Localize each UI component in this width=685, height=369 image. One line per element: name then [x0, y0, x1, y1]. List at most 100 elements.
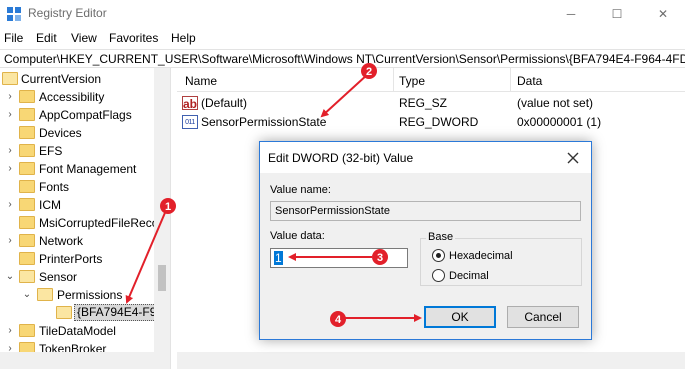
- decimal-label: Decimal: [449, 269, 489, 282]
- tree-item-label: MsiCorruptedFileRecovery: [39, 216, 170, 230]
- tree-item-appcompatflags[interactable]: › AppCompatFlags: [0, 106, 170, 124]
- pane-splitter[interactable]: [170, 68, 176, 369]
- tree-item-label: Network: [39, 234, 84, 248]
- tree-item-efs[interactable]: › EFS: [0, 142, 170, 160]
- close-button[interactable]: ✕: [640, 0, 685, 28]
- tree-item-permissions[interactable]: ⌄ Permissions: [0, 286, 170, 304]
- address-path: Computer\HKEY_CURRENT_USER\Software\Micr…: [4, 52, 685, 66]
- menu-edit[interactable]: Edit: [36, 31, 57, 45]
- value-name-label: Value name:: [270, 184, 331, 196]
- tree-item-printerports[interactable]: PrinterPorts: [0, 250, 170, 268]
- list-item[interactable]: ab (Default) REG_SZ (value not set): [177, 94, 685, 112]
- folder-icon: [19, 216, 35, 229]
- chevron-right-icon[interactable]: ›: [5, 199, 15, 211]
- value-data: 0x00000001 (1): [517, 115, 602, 129]
- tree-item-bfa794e4[interactable]: {BFA794E4-F964-4FDB-90F: [0, 304, 170, 322]
- radio-selected-icon: [432, 249, 445, 262]
- tree-item-currentversion[interactable]: CurrentVersion: [0, 70, 170, 88]
- menu-favorites[interactable]: Favorites: [109, 31, 158, 45]
- tree-item-label: Fonts: [39, 180, 70, 194]
- tree-item-label: EFS: [39, 144, 63, 158]
- tree-item-font-management[interactable]: › Font Management: [0, 160, 170, 178]
- tree-item-label: Accessibility: [39, 90, 105, 104]
- value-data-text: 1: [274, 251, 283, 265]
- column-divider[interactable]: [393, 68, 394, 92]
- folder-open-icon: [56, 306, 72, 319]
- tree-item-label: PrinterPorts: [39, 252, 103, 266]
- folder-icon: [19, 126, 35, 139]
- value-data-input[interactable]: 1: [270, 248, 408, 268]
- chevron-down-icon[interactable]: ⌄: [5, 271, 15, 283]
- tree-item-icm[interactable]: › ICM: [0, 196, 170, 214]
- chevron-right-icon[interactable]: ›: [5, 91, 15, 103]
- menu-view[interactable]: View: [71, 31, 97, 45]
- ok-button[interactable]: OK: [424, 306, 496, 328]
- dialog-title: Edit DWORD (32-bit) Value: [268, 151, 414, 165]
- value-data: (value not set): [517, 96, 594, 110]
- tree-item-label: ICM: [39, 198, 61, 212]
- minimize-button[interactable]: ─: [548, 0, 594, 28]
- tree-item-accessibility[interactable]: › Accessibility: [0, 88, 170, 106]
- tree-item-label: TileDataModel: [39, 324, 116, 338]
- folder-icon: [19, 144, 35, 157]
- chevron-right-icon[interactable]: ›: [5, 109, 15, 121]
- chevron-right-icon[interactable]: ›: [5, 163, 15, 175]
- tree-vertical-scrollbar[interactable]: [154, 68, 170, 369]
- value-name: (Default): [201, 96, 248, 110]
- folder-icon: [19, 90, 35, 103]
- column-type[interactable]: Type: [399, 74, 425, 88]
- tree-item-label: Sensor: [39, 270, 78, 284]
- hexadecimal-label: Hexadecimal: [449, 249, 513, 262]
- chevron-right-icon[interactable]: ›: [5, 325, 15, 337]
- column-data[interactable]: Data: [517, 74, 542, 88]
- value-name-field: SensorPermissionState: [270, 201, 581, 221]
- decimal-radio[interactable]: Decimal: [432, 269, 489, 282]
- chevron-right-icon[interactable]: ›: [5, 235, 15, 247]
- key-tree: CurrentVersion › Accessibility › AppComp…: [0, 68, 170, 369]
- close-icon[interactable]: [565, 150, 581, 166]
- list-item[interactable]: 011 SensorPermissionState REG_DWORD 0x00…: [177, 113, 685, 131]
- address-bar[interactable]: Computer\HKEY_CURRENT_USER\Software\Micr…: [0, 49, 685, 68]
- title-bar: Registry Editor ─ ☐ ✕: [0, 0, 685, 28]
- folder-open-icon: [2, 72, 18, 85]
- tree-horizontal-scrollbar[interactable]: [0, 352, 154, 369]
- chevron-right-icon[interactable]: ›: [5, 145, 15, 157]
- list-horizontal-scrollbar[interactable]: [177, 352, 685, 369]
- tree-item-label: CurrentVersion: [21, 72, 102, 86]
- chevron-down-icon[interactable]: ⌄: [22, 289, 32, 301]
- column-divider[interactable]: [510, 68, 511, 92]
- tree-item-label: Devices: [39, 126, 82, 140]
- folder-open-icon: [19, 270, 35, 283]
- hexadecimal-radio[interactable]: Hexadecimal: [432, 249, 513, 262]
- menu-help[interactable]: Help: [171, 31, 196, 45]
- tree-item-network[interactable]: › Network: [0, 232, 170, 250]
- tree-item-label: Permissions: [57, 288, 123, 302]
- menu-bar: File Edit View Favorites Help: [0, 28, 685, 48]
- edit-dword-dialog: Edit DWORD (32-bit) Value Value name: Se…: [259, 141, 592, 340]
- menu-file[interactable]: File: [4, 31, 23, 45]
- base-group-title: Base: [426, 231, 456, 243]
- value-name: SensorPermissionState: [201, 115, 327, 129]
- tree-item-sensor[interactable]: ⌄ Sensor: [0, 268, 170, 286]
- folder-icon: [19, 180, 35, 193]
- tree-scrollbar-thumb[interactable]: [158, 265, 166, 291]
- registry-editor-icon: [7, 7, 21, 21]
- tree-item-fonts[interactable]: Fonts: [0, 178, 170, 196]
- window-title: Registry Editor: [28, 6, 107, 20]
- tree-item-msicorruptedfilerecovery[interactable]: MsiCorruptedFileRecovery: [0, 214, 170, 232]
- folder-icon: [19, 108, 35, 121]
- tree-item-tiledatamodel[interactable]: › TileDataModel: [0, 322, 170, 340]
- tree-item-label: Font Management: [39, 162, 137, 176]
- radio-unselected-icon: [432, 269, 445, 282]
- cancel-button[interactable]: Cancel: [507, 306, 579, 328]
- maximize-button[interactable]: ☐: [594, 0, 640, 28]
- list-header: Name Type Data: [177, 68, 685, 92]
- column-name[interactable]: Name: [185, 74, 217, 88]
- folder-icon: [19, 324, 35, 337]
- tree-item-label: AppCompatFlags: [39, 108, 132, 122]
- folder-icon: [19, 198, 35, 211]
- dword-value-icon: 011: [182, 115, 198, 129]
- tree-item-devices[interactable]: Devices: [0, 124, 170, 142]
- folder-icon: [19, 162, 35, 175]
- folder-icon: [19, 252, 35, 265]
